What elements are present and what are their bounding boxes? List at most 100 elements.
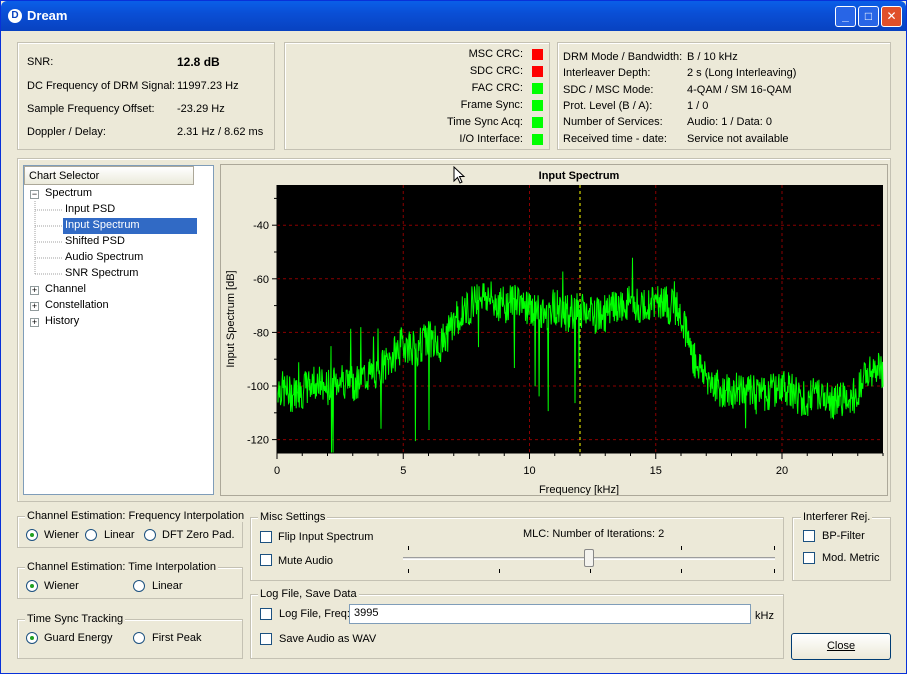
log-frequency-input[interactable]: 3995 [349,604,751,624]
sdc-crc-led [532,66,543,77]
mlc-slider-thumb[interactable] [584,549,594,567]
number-of-services-value: Audio: 1 / Data: 0 [687,116,772,128]
y-tick-label: -60 [253,274,269,286]
spectrum-chart-panel: Input Spectrum -40 -60 -80 -100 -120 0 5 10 15 20… [220,164,888,496]
slider-tick [774,546,775,550]
close-button-label: Close [826,640,856,652]
freq-dft-label[interactable]: DFT Zero Pad. [162,529,235,541]
misc-settings-title: Misc Settings [258,511,328,523]
mod-metric-checkbox[interactable] [803,552,815,564]
interferer-rejection-title: Interferer Rej. [801,511,873,523]
fac-crc-led [532,83,543,94]
dc-frequency-label: DC Frequency of DRM Signal: [27,80,175,92]
dc-frequency-value: 11997.23 Hz [177,80,239,92]
close-button[interactable]: Close [791,633,891,660]
frame-sync-led [532,100,543,111]
y-tick-label: -80 [253,327,269,339]
protection-level-label: Prot. Level (B / A): [563,100,653,112]
first-peak-label[interactable]: First Peak [152,632,202,644]
sdc-msc-mode-value: 4-QAM / SM 16-QAM [687,84,792,96]
slider-tick [681,546,682,550]
freq-wiener-label[interactable]: Wiener [44,529,79,541]
guard-energy-radio[interactable] [26,632,38,644]
misc-settings-group [250,517,784,581]
app-icon: D [8,9,22,23]
interleaver-depth-label: Interleaver Depth: [563,67,651,79]
io-interface-label: I/O Interface: [459,133,523,145]
mute-audio-checkbox[interactable] [260,554,272,566]
chart-selector-tree[interactable]: Chart Selector − Spectrum Input PSD Inpu… [23,165,214,495]
flip-spectrum-label[interactable]: Flip Input Spectrum [278,531,373,543]
interleaver-depth-value: 2 s (Long Interleaving) [687,67,797,79]
bp-filter-checkbox[interactable] [803,530,815,542]
guard-energy-label[interactable]: Guard Energy [44,632,112,644]
y-tick-label: -120 [247,435,269,447]
y-axis-label: Input Spectrum [dB] [225,270,237,367]
x-tick-label: 10 [523,465,535,477]
slider-tick [408,569,409,573]
freq-wiener-radio[interactable] [26,529,38,541]
minimize-button[interactable]: _ [835,6,856,27]
time-interpolation-title: Channel Estimation: Time Interpolation [25,561,218,573]
x-tick-label: 5 [400,465,406,477]
time-sync-tracking-title: Time Sync Tracking [25,613,126,625]
doppler-delay-value: 2.31 Hz / 8.62 ms [177,126,264,138]
slider-tick [590,569,591,573]
time-linear-radio[interactable] [133,580,145,592]
snr-label: SNR: [27,56,54,68]
mod-metric-label[interactable]: Mod. Metric [822,552,879,564]
drm-mode-value: B / 10 kHz [687,51,738,63]
save-wav-label[interactable]: Save Audio as WAV [279,633,376,645]
bp-filter-label[interactable]: BP-Filter [822,530,865,542]
mute-audio-label[interactable]: Mute Audio [278,555,333,567]
protection-level-value: 1 / 0 [687,100,709,112]
x-axis-label: Frequency [kHz] [539,484,619,495]
frame-sync-label: Frame Sync: [460,99,523,111]
time-sync-acq-label: Time Sync Acq: [446,116,523,128]
received-time-value: Service not available [687,133,789,145]
doppler-delay-label: Doppler / Delay: [27,126,106,138]
spectrum-chart[interactable]: Input Spectrum -40 -60 -80 -100 -120 0 5 10 15 20… [221,165,887,496]
freq-linear-label[interactable]: Linear [104,529,135,541]
sample-frequency-offset-label: Sample Frequency Offset: [27,103,155,115]
first-peak-radio[interactable] [133,632,145,644]
time-sync-acq-led [532,117,543,128]
log-file-freq-label[interactable]: Log File, Freq: [279,608,350,620]
slider-tick [774,569,775,573]
title-bar[interactable]: D Dream _ □ ✕ [1,1,906,31]
minimize-icon: _ [842,9,849,23]
x-tick-label: 0 [274,465,280,477]
fac-crc-label: FAC CRC: [471,82,523,94]
received-time-label: Received time - date: [563,133,667,145]
time-wiener-label[interactable]: Wiener [44,580,79,592]
main-window: D Dream _ □ ✕ SNR: 12.8 dB DC Frequency … [0,0,907,674]
snr-value: 12.8 dB [177,55,220,69]
y-tick-label: -40 [253,220,269,232]
freq-dft-radio[interactable] [144,529,156,541]
tree-lines [34,201,63,275]
sample-frequency-offset-value: -23.29 Hz [177,103,225,115]
sdc-msc-mode-label: SDC / MSC Mode: [563,84,654,96]
flip-spectrum-checkbox[interactable] [260,531,272,543]
log-file-checkbox[interactable] [260,608,272,620]
save-wav-checkbox[interactable] [260,633,272,645]
drm-mode-label: DRM Mode / Bandwidth: [563,51,683,63]
window-close-button[interactable]: ✕ [881,6,902,27]
msc-crc-led [532,49,543,60]
slider-tick [499,569,500,573]
khz-unit-label: kHz [755,610,774,622]
log-file-title: Log File, Save Data [258,588,359,600]
time-wiener-radio[interactable] [26,580,38,592]
slider-tick [681,569,682,573]
mouse-cursor-icon [453,166,466,184]
window-title: Dream [27,8,68,23]
frequency-interpolation-title: Channel Estimation: Frequency Interpolat… [25,510,247,522]
freq-linear-radio[interactable] [85,529,97,541]
io-interface-led [532,134,543,145]
maximize-icon: □ [864,9,873,23]
x-tick-label: 15 [650,465,662,477]
maximize-button[interactable]: □ [858,6,879,27]
time-linear-label[interactable]: Linear [152,580,183,592]
number-of-services-label: Number of Services: [563,116,663,128]
x-tick-label: 20 [776,465,788,477]
